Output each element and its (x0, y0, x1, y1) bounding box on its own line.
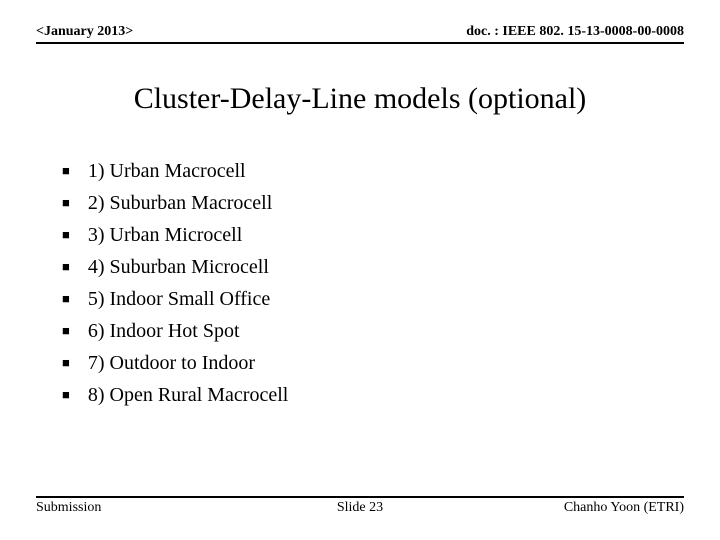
header-doc-id: doc. : IEEE 802. 15-13-0008-00-0008 (466, 24, 684, 40)
list-item: ■ 2) Suburban Macrocell (62, 190, 288, 217)
square-bullet-icon: ■ (62, 226, 70, 244)
square-bullet-icon: ■ (62, 290, 70, 308)
list-item-text: 5) Indoor Small Office (88, 286, 270, 313)
slide-footer: Submission Slide 23 Chanho Yoon (ETRI) (36, 496, 684, 516)
list-item: ■ 8) Open Rural Macrocell (62, 382, 288, 409)
list-item-text: 3) Urban Microcell (88, 222, 242, 249)
list-item: ■ 1) Urban Macrocell (62, 158, 288, 185)
list-item: ■ 7) Outdoor to Indoor (62, 350, 288, 377)
list-item-text: 2) Suburban Macrocell (88, 190, 272, 217)
footer-author: Chanho Yoon (ETRI) (564, 500, 684, 516)
square-bullet-icon: ■ (62, 194, 70, 212)
footer-left: Submission (36, 500, 101, 516)
list-item: ■ 5) Indoor Small Office (62, 286, 288, 313)
square-bullet-icon: ■ (62, 162, 70, 180)
list-item-text: 1) Urban Macrocell (88, 158, 246, 185)
list-item-text: 8) Open Rural Macrocell (88, 382, 288, 409)
slide-title: Cluster-Delay-Line models (optional) (0, 82, 720, 116)
bullet-list: ■ 1) Urban Macrocell ■ 2) Suburban Macro… (62, 158, 288, 414)
slide-header: <January 2013> doc. : IEEE 802. 15-13-00… (36, 24, 684, 44)
list-item-text: 6) Indoor Hot Spot (88, 318, 240, 345)
list-item: ■ 3) Urban Microcell (62, 222, 288, 249)
square-bullet-icon: ■ (62, 322, 70, 340)
list-item-text: 7) Outdoor to Indoor (88, 350, 255, 377)
footer-slide-number: Slide 23 (337, 500, 383, 516)
header-date: <January 2013> (36, 24, 133, 40)
square-bullet-icon: ■ (62, 258, 70, 276)
list-item: ■ 6) Indoor Hot Spot (62, 318, 288, 345)
list-item-text: 4) Suburban Microcell (88, 254, 269, 281)
list-item: ■ 4) Suburban Microcell (62, 254, 288, 281)
square-bullet-icon: ■ (62, 354, 70, 372)
square-bullet-icon: ■ (62, 386, 70, 404)
